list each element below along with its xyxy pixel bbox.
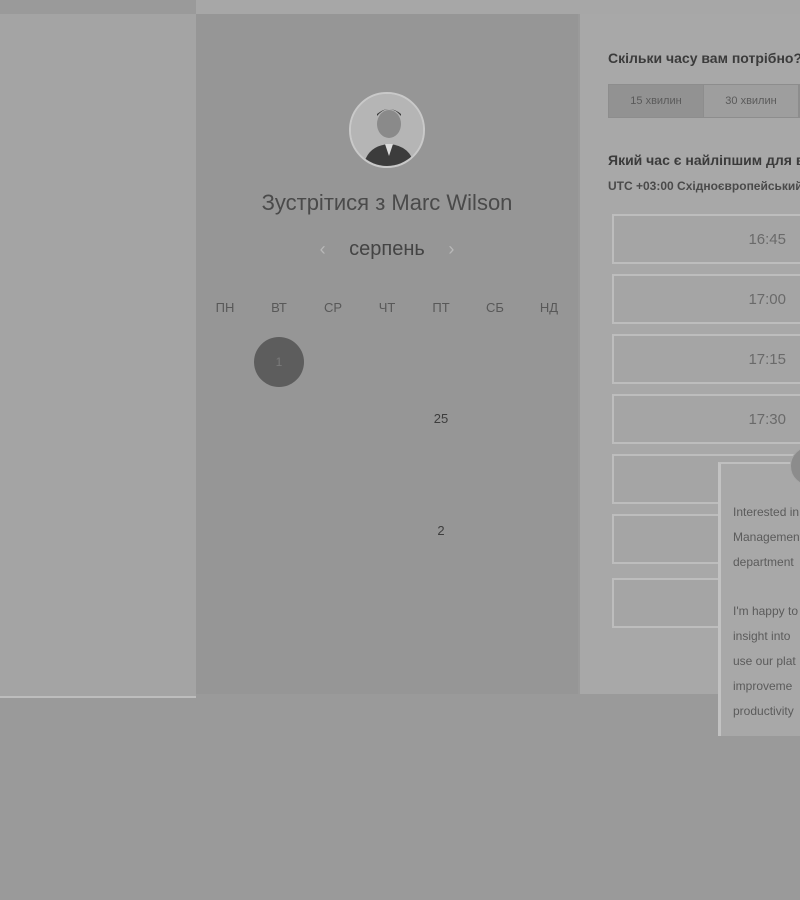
weekday-label: ПТ [432,300,450,315]
chevron-left-icon[interactable]: ‹ [308,239,338,260]
calendar-day [414,334,468,390]
calendar-day [198,502,252,558]
weekday-header: ПН ВТ СР ЧТ ПТ СБ НД [198,300,576,315]
chat-line: department [733,555,794,569]
calendar-day [360,334,414,390]
time-question: Який час є найліпшим для вас? [608,152,800,168]
chat-spacer [733,575,800,599]
calendar-day [522,446,576,502]
calendar-day [306,502,360,558]
weekday-label: НД [539,300,559,315]
time-slot[interactable]: 16:45 [612,214,800,264]
calendar-day-number: 25 [433,410,449,426]
chevron-right-icon[interactable]: › [436,239,466,260]
calendar-day [198,446,252,502]
calendar-day [522,390,576,446]
calendar-day [468,334,522,390]
calendar-day [468,502,522,558]
calendar-day [522,334,576,390]
calendar-week: 2 [198,502,576,558]
month-label: серпень [349,238,425,260]
calendar-day [198,390,252,446]
chat-line: productivity [733,704,794,718]
host-avatar [349,92,425,168]
calendar-day [522,502,576,558]
page-left-panel [0,14,196,698]
calendar-day [414,558,468,614]
chat-line: use our plat [733,654,796,668]
calendar-day [360,390,414,446]
calendar-day [198,334,252,390]
calendar-week: 1 [198,334,576,390]
calendar-day-number: 2 [437,522,445,538]
calendar-day[interactable]: 2 [414,502,468,558]
duration-question: Скільки часу вам потрібно? [608,50,800,66]
calendar-week: 25 [198,390,576,446]
chat-line: Management [733,530,800,544]
calendar-day [360,558,414,614]
calendar-day [414,446,468,502]
weekday-label: СБ [486,300,504,315]
duration-selector: 15 хвилин 30 хвилин [608,84,800,118]
calendar-day [306,390,360,446]
calendar-day [252,558,306,614]
weekday-label: ПН [215,300,235,315]
calendar-day [306,558,360,614]
calendar-week [198,558,576,614]
calendar-day[interactable]: 25 [414,390,468,446]
top-strip [196,0,800,14]
duration-option-15[interactable]: 15 хвилин [609,85,704,117]
chat-line: Interested in [733,505,800,519]
page-title: Зустрітися з Marc Wilson [261,190,513,215]
calendar-day[interactable]: 1 [252,334,306,390]
calendar-day [468,558,522,614]
chat-line: I'm happy to [733,604,798,618]
chat-line: insight into [733,629,791,643]
time-slot[interactable]: 17:15 [612,334,800,384]
calendar-day [252,390,306,446]
calendar-day [360,502,414,558]
calendar-day [252,446,306,502]
calendar-day [306,446,360,502]
calendar-day [468,390,522,446]
weekday-label: СР [323,300,343,315]
chat-popup[interactable]: Interested in Management department I'm … [718,462,800,736]
calendar-day [306,334,360,390]
timezone-label: UTC +03:00 Східноєвропейський час [608,179,800,193]
calendar-day [360,446,414,502]
time-slot[interactable]: 17:00 [612,274,800,324]
calendar-grid: 1 25 2 [198,334,576,614]
calendar-day [522,558,576,614]
duration-option-30[interactable]: 30 хвилин [704,85,799,117]
month-navigator: ‹ серпень › [196,238,578,261]
chat-line: improveme [733,679,793,693]
calendar-day [252,502,306,558]
calendar-day [198,558,252,614]
calendar-day [468,446,522,502]
weekday-label: ВТ [271,300,287,315]
calendar-day-number: 1 [275,355,283,369]
weekday-label: ЧТ [378,300,396,315]
time-slot[interactable]: 17:30 [612,394,800,444]
calendar-week [198,446,576,502]
